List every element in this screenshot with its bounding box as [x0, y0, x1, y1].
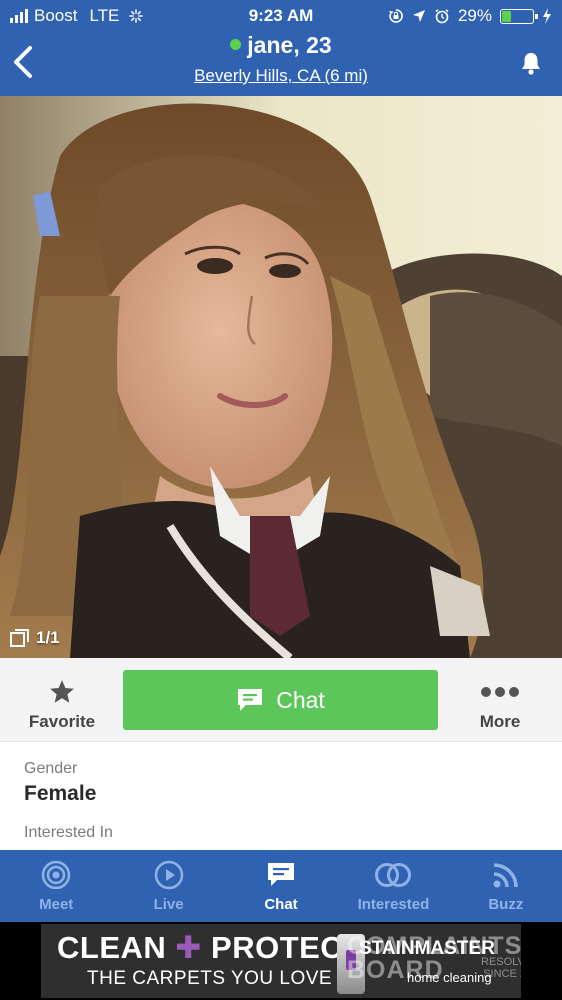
notifications-button[interactable]	[518, 50, 544, 76]
interested-in-label: Interested In	[24, 824, 113, 841]
profile-photo-image	[0, 96, 562, 658]
chat-button[interactable]: Chat	[123, 670, 438, 730]
photo-counter: 1/1	[10, 628, 60, 648]
play-circle-icon	[154, 860, 183, 890]
favorite-label: Favorite	[28, 712, 96, 731]
rotation-lock-icon	[388, 9, 403, 23]
target-icon	[41, 860, 71, 890]
chat-bubble-icon	[268, 863, 295, 886]
action-bar: Favorite Chat More	[0, 658, 562, 742]
tab-buzz-label: Buzz	[488, 896, 524, 913]
profile-location-link[interactable]: Beverly Hills, CA (6 mi)	[0, 66, 562, 86]
rings-icon	[375, 863, 412, 887]
tab-interested-label: Interested	[357, 896, 430, 913]
alarm-icon	[435, 9, 449, 24]
ad-banner[interactable]: CLEAN ✚ PROTECT THE CARPETS YOU LOVE COM…	[41, 924, 521, 998]
battery-icon	[500, 8, 538, 24]
status-right: 29%	[388, 6, 552, 26]
ad-headline-a: CLEAN	[57, 930, 167, 965]
tab-live-label: Live	[153, 896, 184, 913]
tab-meet[interactable]: Meet	[0, 850, 112, 922]
tab-meet-label: Meet	[39, 896, 74, 913]
battery-percent: 29%	[457, 6, 492, 25]
ad-banner-area: CLEAN ✚ PROTECT THE CARPETS YOU LOVE COM…	[0, 922, 562, 1000]
ad-tagline: THE CARPETS YOU LOVE	[87, 968, 333, 989]
ad-headline: CLEAN ✚ PROTECT	[57, 930, 363, 966]
tab-buzz[interactable]: Buzz	[450, 850, 562, 922]
gender-value: Female	[24, 782, 97, 805]
profile-title: jane, 23	[0, 32, 562, 59]
ad-brand-sub: home cleaning	[407, 970, 492, 985]
profile-name-age: jane, 23	[247, 32, 332, 58]
ad-brand: STAINMASTER	[359, 938, 495, 959]
location-arrow-icon	[412, 10, 425, 22]
tab-chat-label: Chat	[264, 896, 298, 913]
star-icon	[50, 680, 74, 703]
bell-icon	[522, 53, 540, 75]
plus-icon: ✚	[175, 930, 202, 965]
tab-live[interactable]: Live	[112, 850, 224, 922]
profile-photo[interactable]: 1/1	[0, 96, 562, 658]
charging-icon	[543, 8, 551, 24]
rss-icon	[493, 863, 518, 888]
more-button[interactable]: More	[438, 658, 562, 742]
favorite-button[interactable]: Favorite	[0, 658, 124, 742]
profile-details: Gender Female Interested In	[0, 742, 562, 850]
online-indicator	[230, 39, 242, 50]
chat-bubble-icon	[238, 689, 263, 711]
more-dots-icon	[481, 687, 519, 697]
chat-button-label: Chat	[276, 686, 325, 713]
gender-label: Gender	[24, 760, 78, 777]
tab-chat[interactable]: Chat	[225, 850, 337, 922]
tab-bar: Meet Live Chat Interested Buzz	[0, 850, 562, 922]
more-label: More	[479, 712, 521, 731]
top-bar: Boost LTE 9:23 AM 29% jane, 23 Beverly H…	[0, 0, 562, 96]
status-bar: Boost LTE 9:23 AM 29%	[0, 0, 562, 32]
tab-interested[interactable]: Interested	[337, 850, 449, 922]
photo-stack-icon	[10, 629, 29, 647]
photo-counter-text: 1/1	[36, 628, 60, 647]
